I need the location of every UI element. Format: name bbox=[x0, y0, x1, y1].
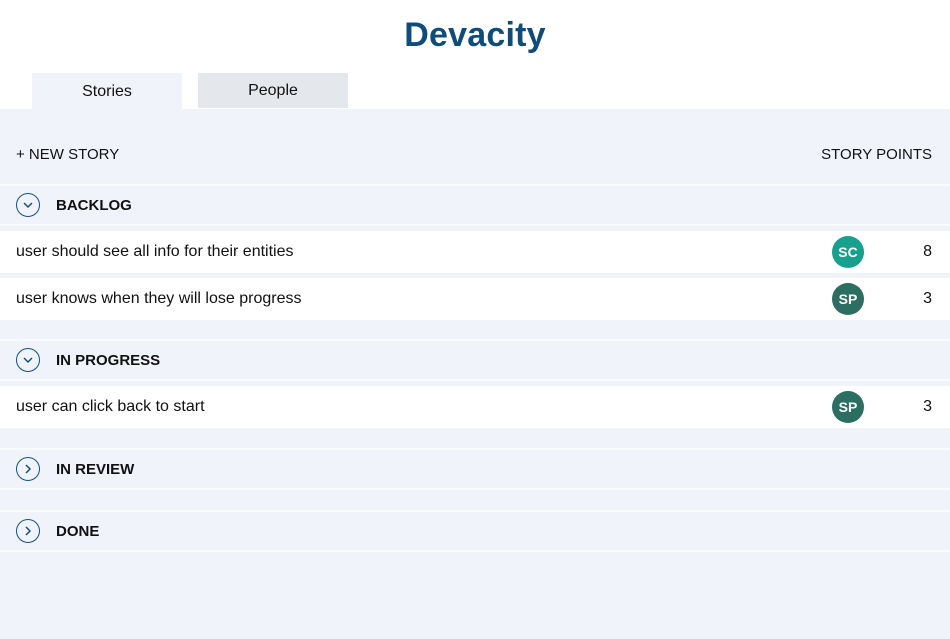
story-row[interactable]: user can click back to start SP 3 bbox=[0, 386, 950, 428]
group-header-in-review: IN REVIEW bbox=[0, 448, 950, 490]
story-points: 8 bbox=[923, 243, 932, 260]
group-title: DONE bbox=[56, 522, 100, 540]
group-title: IN REVIEW bbox=[56, 460, 135, 478]
stories-panel: + NEW STORY STORY POINTS BACKLOG user sh… bbox=[0, 109, 950, 639]
story-title: user should see all info for their entit… bbox=[16, 243, 294, 260]
group-header-in-progress: IN PROGRESS bbox=[0, 339, 950, 381]
chevron-right-icon[interactable] bbox=[16, 457, 40, 481]
new-story-button[interactable]: + NEW STORY bbox=[16, 128, 119, 163]
group-title: IN PROGRESS bbox=[56, 351, 161, 369]
tab-stories[interactable]: Stories bbox=[32, 73, 182, 110]
story-row[interactable]: user knows when they will lose progress … bbox=[0, 278, 950, 320]
story-points-header: STORY POINTS bbox=[821, 145, 932, 163]
avatar: SC bbox=[832, 236, 864, 268]
group-header-done: DONE bbox=[0, 510, 950, 552]
stories-toolbar: + NEW STORY STORY POINTS bbox=[0, 109, 950, 181]
story-row[interactable]: user should see all info for their entit… bbox=[0, 231, 950, 273]
avatar: SP bbox=[832, 283, 864, 315]
tab-people[interactable]: People bbox=[198, 73, 348, 108]
avatar: SP bbox=[832, 391, 864, 423]
story-points: 3 bbox=[923, 398, 932, 415]
story-title: user knows when they will lose progress bbox=[16, 290, 302, 307]
chevron-down-icon[interactable] bbox=[16, 348, 40, 372]
story-title: user can click back to start bbox=[16, 398, 205, 415]
chevron-right-icon[interactable] bbox=[16, 519, 40, 543]
story-points: 3 bbox=[923, 290, 932, 307]
group-header-backlog: BACKLOG bbox=[0, 184, 950, 226]
app-title: Devacity bbox=[404, 16, 546, 54]
group-title: BACKLOG bbox=[56, 196, 132, 214]
tab-bar: Stories People bbox=[32, 73, 348, 110]
chevron-down-icon[interactable] bbox=[16, 193, 40, 217]
